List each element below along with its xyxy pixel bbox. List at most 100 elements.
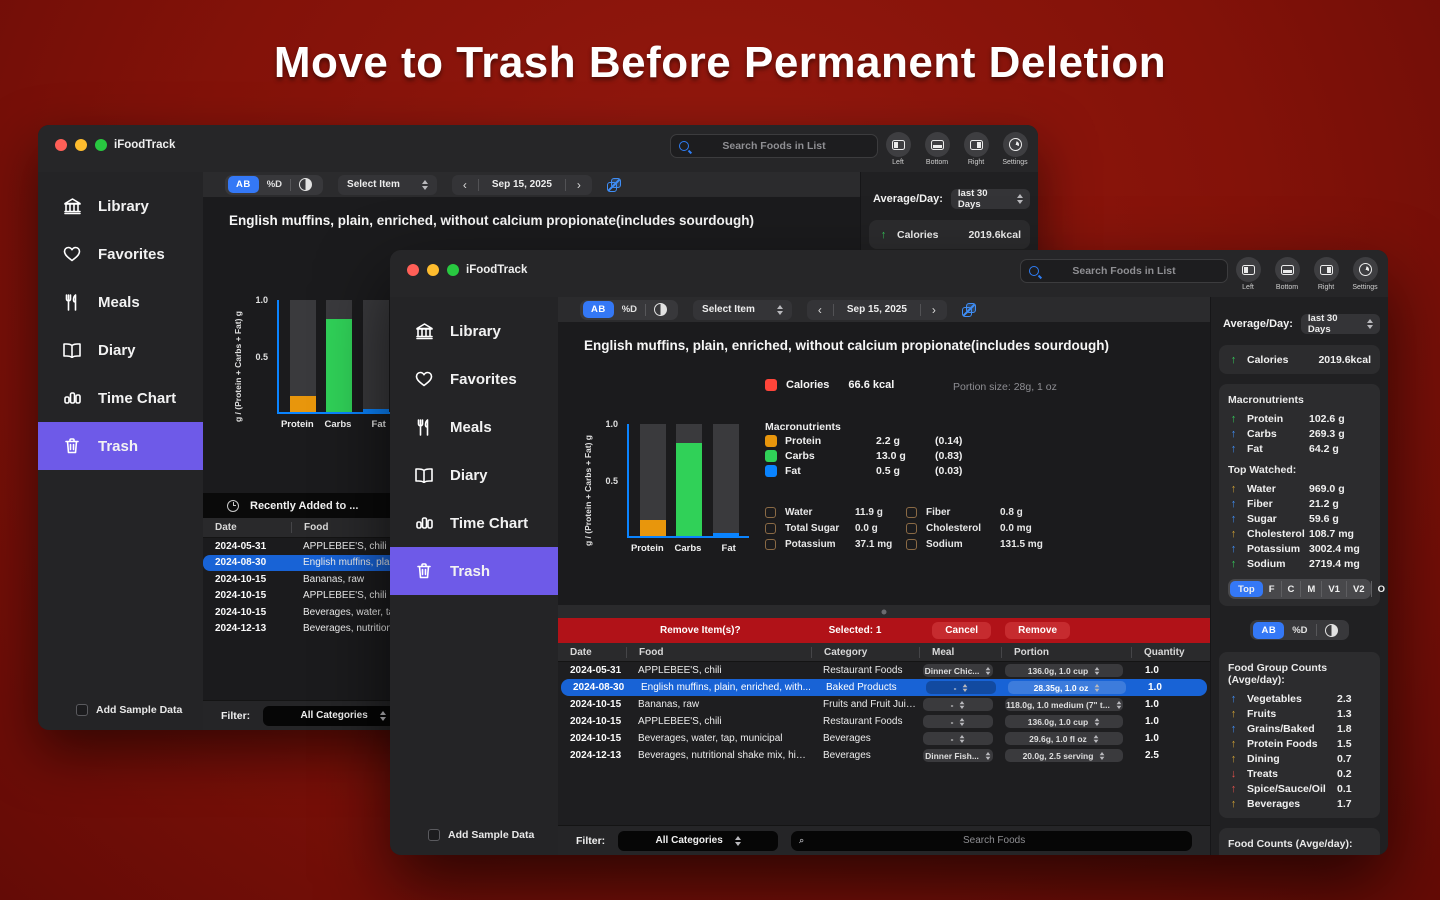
watch-checkbox-icon[interactable] [906,523,917,534]
watch-tab-o[interactable]: O [1371,581,1388,597]
sidebar-item-time-chart[interactable]: Time Chart [390,499,558,547]
select-item-dropdown[interactable]: Select Item [693,300,792,320]
toggle-right-panel-button[interactable]: Right [1311,257,1341,291]
stat-row: Protein102.6 g [1228,411,1371,426]
sidebar-item-meals[interactable]: Meals [390,403,558,451]
copy-nutrients-icon[interactable] [607,178,621,192]
sidebar-item-library[interactable]: Library [390,307,558,355]
toggle-left-panel-button[interactable]: Left [883,132,913,166]
column-header-portion[interactable]: Portion [1001,647,1131,658]
watch-tab-v2[interactable]: V2 [1346,581,1371,597]
portion-dropdown[interactable]: 118.0g, 1.0 medium (7" t... [1005,698,1123,711]
search-input[interactable] [1039,265,1227,277]
date-display[interactable]: Sep 15, 2025 [833,304,921,316]
add-sample-data-checkbox[interactable]: Add Sample Data [38,704,203,716]
column-header-date[interactable]: Date [558,647,626,658]
ab-toggle[interactable]: AB [228,176,259,193]
sidebar-item-meals[interactable]: Meals [38,278,203,326]
search-foods-in-list-field[interactable] [1020,259,1228,283]
table-row[interactable]: 2024-12-13 Beverages, nutritional shake … [558,747,1210,764]
contrast-toggle-icon[interactable] [1325,624,1338,637]
footer-search-input[interactable] [804,835,1184,846]
prev-day-button[interactable]: ‹ [452,178,478,192]
trend-icon [1228,528,1239,540]
watch-tab-c[interactable]: C [1281,581,1301,597]
sidebar-item-library[interactable]: Library [38,182,203,230]
portion-dropdown[interactable]: 136.0g, 1.0 cup [1005,715,1123,728]
search-foods-in-list-field[interactable] [670,134,878,158]
remove-button[interactable]: Remove [1005,622,1070,639]
portion-dropdown[interactable]: 136.0g, 1.0 cup [1005,664,1123,677]
watch-checkbox-icon[interactable] [765,507,776,518]
watch-checkbox-icon[interactable] [906,507,917,518]
meal-dropdown[interactable]: Dinner Chic... [923,664,993,677]
table-row[interactable]: 2024-10-15 Beverages, water, tap, munici… [558,730,1210,747]
sidebar-item-favorites[interactable]: Favorites [38,230,203,278]
table-row[interactable]: 2024-10-15 APPLEBEE'S, chili Restaurant … [558,713,1210,730]
meal-dropdown[interactable]: - [923,732,993,745]
column-header-quantity[interactable]: Quantity [1131,647,1210,658]
watch-tab-m[interactable]: M [1300,581,1321,597]
category-filter-dropdown[interactable]: All Categories [618,831,778,851]
average-range-dropdown[interactable]: last 30 Days [951,189,1030,209]
toggle-bottom-panel-button[interactable]: Bottom [1272,257,1302,291]
portion-dropdown[interactable]: 29.6g, 1.0 fl oz [1005,732,1123,745]
percent-d-toggle[interactable]: %D [614,301,645,318]
close-button[interactable] [407,264,419,276]
copy-nutrients-icon[interactable] [962,303,976,317]
table-row[interactable]: 2024-05-31 APPLEBEE'S, chili Restaurant … [558,662,1210,679]
split-view-divider[interactable] [558,605,1210,618]
portion-dropdown[interactable]: 28.35g, 1.0 oz [1008,681,1126,694]
ab-toggle[interactable]: AB [1253,622,1284,639]
table-row[interactable]: 2024-10-15 Bananas, raw Fruits and Fruit… [558,696,1210,713]
next-day-button[interactable]: › [921,303,947,317]
column-header-meal[interactable]: Meal [919,647,1001,658]
sidebar-item-time-chart[interactable]: Time Chart [38,374,203,422]
table-row-selected[interactable]: 2024-08-30 English muffins, plain, enric… [561,679,1207,696]
watch-checkbox-icon[interactable] [765,523,776,534]
settings-button[interactable]: Settings [1350,257,1380,291]
percent-d-toggle[interactable]: %D [1284,622,1315,639]
cancel-button[interactable]: Cancel [932,622,991,639]
column-header-date[interactable]: Date [203,522,291,533]
sidebar-item-diary[interactable]: Diary [38,326,203,374]
percent-d-toggle[interactable]: %D [259,176,290,193]
zoom-button[interactable] [95,139,107,151]
sidebar-item-trash[interactable]: Trash [38,422,203,470]
contrast-toggle-icon[interactable] [654,303,667,316]
add-sample-data-checkbox[interactable]: Add Sample Data [390,829,558,841]
column-header-category[interactable]: Category [811,647,919,658]
sidebar-item-favorites[interactable]: Favorites [390,355,558,403]
close-button[interactable] [55,139,67,151]
watch-tab-f[interactable]: F [1263,581,1281,597]
watch-tab-top[interactable]: Top [1230,581,1263,597]
select-item-dropdown[interactable]: Select Item [338,175,437,195]
settings-button[interactable]: Settings [1000,132,1030,166]
toggle-left-panel-button[interactable]: Left [1233,257,1263,291]
sidebar-item-trash[interactable]: Trash [390,547,558,595]
prev-day-button[interactable]: ‹ [807,303,833,317]
search-input[interactable] [689,140,877,152]
meal-dropdown[interactable]: Dinner Fish... [923,749,993,762]
toggle-right-panel-button[interactable]: Right [961,132,991,166]
minimize-button[interactable] [75,139,87,151]
footer-search-field[interactable]: ⌕ [791,831,1192,851]
zoom-button[interactable] [447,264,459,276]
meal-dropdown[interactable]: - [923,715,993,728]
library-icon [61,198,83,215]
watch-tab-v1[interactable]: V1 [1321,581,1346,597]
sidebar-item-diary[interactable]: Diary [390,451,558,499]
meal-dropdown[interactable]: - [923,698,993,711]
average-range-dropdown[interactable]: last 30 Days [1301,314,1380,334]
meal-dropdown[interactable]: - [926,681,996,694]
toggle-bottom-panel-button[interactable]: Bottom [922,132,952,166]
minimize-button[interactable] [427,264,439,276]
date-display[interactable]: Sep 15, 2025 [478,179,566,191]
ab-toggle[interactable]: AB [583,301,614,318]
next-day-button[interactable]: › [566,178,592,192]
contrast-toggle-icon[interactable] [299,178,312,191]
watch-checkbox-icon[interactable] [765,539,776,550]
watch-checkbox-icon[interactable] [906,539,917,550]
portion-dropdown[interactable]: 20.0g, 2.5 serving [1005,749,1123,762]
column-header-food[interactable]: Food [626,647,811,658]
